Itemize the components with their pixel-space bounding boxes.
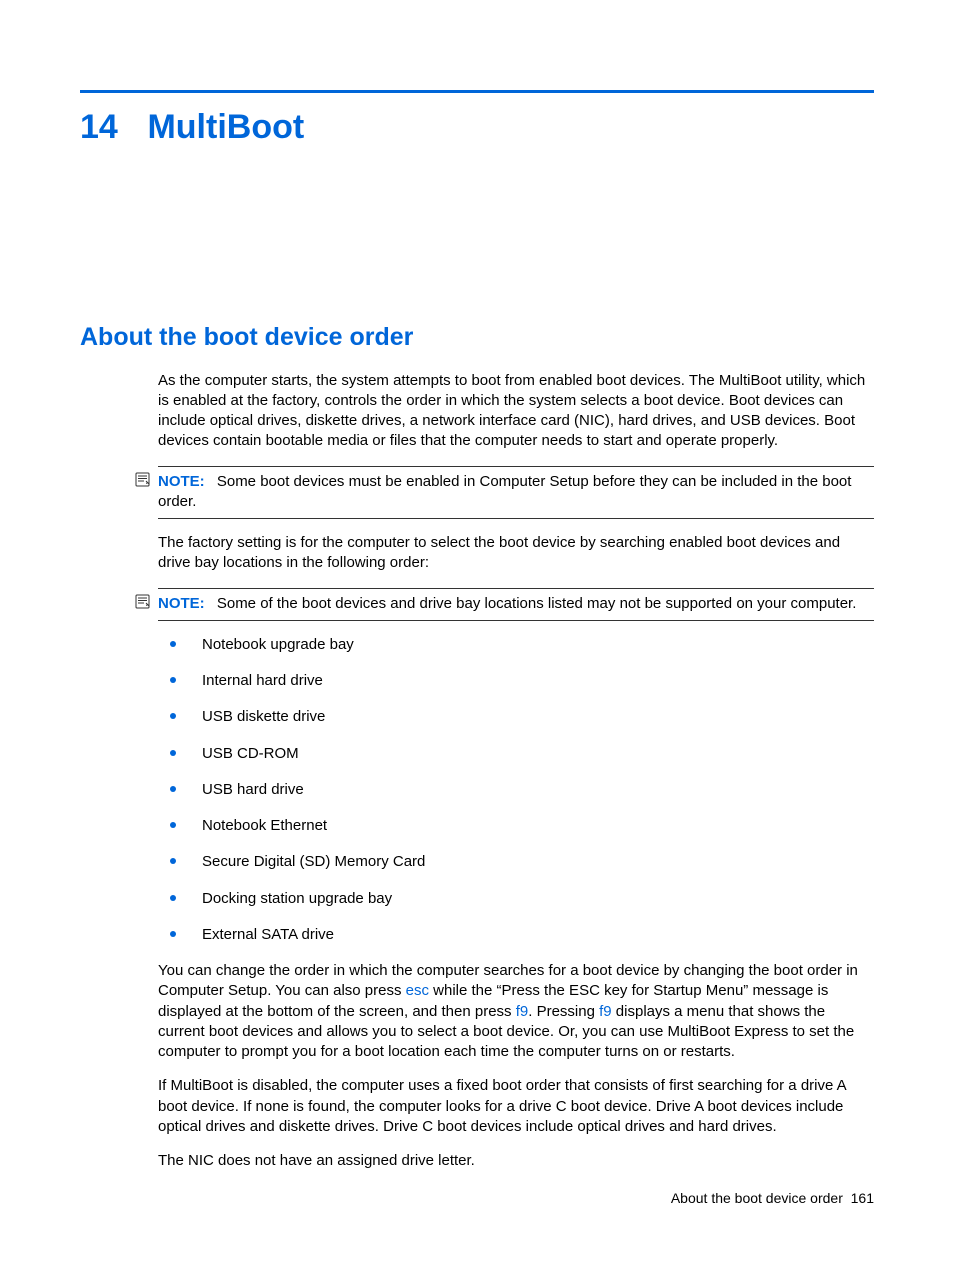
chapter-number: 14	[80, 105, 138, 151]
list-item: Docking station upgrade bay	[158, 889, 874, 909]
footer-page-number: 161	[851, 1190, 874, 1206]
note-icon	[135, 472, 151, 488]
note-block-1: NOTE: Some boot devices must be enabled …	[158, 466, 874, 520]
note-block-2: NOTE: Some of the boot devices and drive…	[158, 588, 874, 621]
intro-paragraph: As the computer starts, the system attem…	[158, 371, 874, 452]
key-esc: esc	[406, 982, 429, 999]
list-item-label: USB CD-ROM	[202, 745, 299, 762]
page-footer: About the boot device order 161	[671, 1189, 874, 1208]
list-item-label: Internal hard drive	[202, 672, 323, 689]
note-label: NOTE:	[158, 473, 205, 490]
list-item-label: Docking station upgrade bay	[202, 890, 392, 907]
top-rule	[80, 90, 874, 93]
body-content: As the computer starts, the system attem…	[158, 371, 874, 1172]
chapter-name: MultiBoot	[147, 108, 304, 146]
disabled-paragraph: If MultiBoot is disabled, the computer u…	[158, 1076, 874, 1137]
nic-paragraph: The NIC does not have an assigned drive …	[158, 1151, 874, 1171]
change-order-paragraph: You can change the order in which the co…	[158, 961, 874, 1062]
list-item-label: Notebook Ethernet	[202, 817, 327, 834]
list-item-label: External SATA drive	[202, 926, 334, 943]
document-page: 14 MultiBoot About the boot device order…	[0, 0, 954, 1270]
note-label: NOTE:	[158, 595, 205, 612]
list-item: Secure Digital (SD) Memory Card	[158, 852, 874, 872]
key-f9: f9	[599, 1003, 612, 1020]
list-item: Notebook Ethernet	[158, 816, 874, 836]
key-f9: f9	[516, 1003, 529, 1020]
list-item: USB hard drive	[158, 780, 874, 800]
note-text: Some boot devices must be enabled in Com…	[158, 473, 851, 510]
list-item-label: Notebook upgrade bay	[202, 636, 354, 653]
note-icon	[135, 594, 151, 610]
list-item: USB CD-ROM	[158, 744, 874, 764]
list-item: External SATA drive	[158, 925, 874, 945]
list-item-label: Secure Digital (SD) Memory Card	[202, 853, 425, 870]
factory-paragraph: The factory setting is for the computer …	[158, 533, 874, 574]
list-item-label: USB hard drive	[202, 781, 304, 798]
chapter-title: 14 MultiBoot	[80, 105, 874, 151]
list-item: Notebook upgrade bay	[158, 635, 874, 655]
boot-device-list: Notebook upgrade bay Internal hard drive…	[158, 635, 874, 945]
note-text: Some of the boot devices and drive bay l…	[217, 595, 857, 612]
list-item-label: USB diskette drive	[202, 708, 325, 725]
section-heading: About the boot device order	[80, 321, 874, 355]
text-run: . Pressing	[528, 1003, 599, 1020]
list-item: Internal hard drive	[158, 671, 874, 691]
footer-section: About the boot device order	[671, 1190, 843, 1206]
list-item: USB diskette drive	[158, 707, 874, 727]
